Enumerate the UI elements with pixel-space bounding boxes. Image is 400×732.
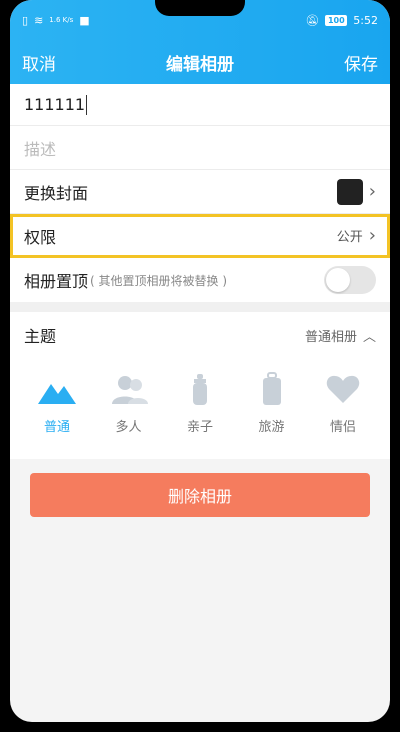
suitcase-icon [262,372,281,405]
page-title: 编辑相册 [166,54,234,75]
actions-area: 删除相册 [10,459,390,531]
theme-label: 主题 [24,327,57,346]
notification-icon: ■ [79,13,90,27]
theme-option-family[interactable]: 亲子 [171,372,229,435]
net-speed: 1.6 K/s [49,16,74,24]
battery-icon: 100 [325,14,348,26]
heart-icon [326,375,360,403]
baby-bottle-icon [193,374,207,405]
mountain-icon [38,384,76,404]
theme-option-travel[interactable]: 旅游 [243,372,301,435]
theme-selected: 普通相册 [304,329,357,345]
status-bar: ▯ ≋ 1.6 K/s ■ 🔕︎ 100 5:52 [10,0,390,40]
pin-album-row: 相册置顶 ( 其他置顶相册将被替换 ) [10,258,390,302]
pin-album-label: 相册置顶 [24,272,89,291]
nav-bar: 取消 编辑相册 保存 [10,40,390,84]
album-name-value: 111111 [24,95,86,114]
theme-section: 主题 普通相册 ︿ 普通 多人 亲子 旅游 情侣 [10,312,390,459]
wifi-icon: ≋ [34,13,44,27]
chevron-right-icon: › [368,181,376,202]
theme-option-normal[interactable]: 普通 [28,372,86,435]
description-field[interactable]: 描述 [10,126,390,170]
permission-label: 权限 [24,227,57,247]
delete-album-button[interactable]: 删除相册 [30,473,370,517]
mute-icon: 🔕︎ [305,13,320,27]
pin-album-note: ( 其他置顶相册将被替换 ) [90,273,228,288]
description-placeholder: 描述 [24,139,57,159]
theme-option-group[interactable]: 多人 [100,372,158,435]
chevron-up-icon: ︿ [362,329,376,345]
phone-screen: ▯ ≋ 1.6 K/s ■ 🔕︎ 100 5:52 取消 编辑相册 保存 111… [10,0,390,722]
text-cursor [86,94,88,115]
change-cover-row[interactable]: 更换封面 › [10,170,390,214]
album-form: 111111 描述 更换封面 › 权限 公开 › 相册置顶 ( 其他置顶相册将被… [10,84,390,302]
permission-row[interactable]: 权限 公开 › [10,214,390,258]
chevron-right-icon: › [368,225,376,246]
theme-header[interactable]: 主题 普通相册 ︿ [24,312,376,358]
header: ▯ ≋ 1.6 K/s ■ 🔕︎ 100 5:52 取消 编辑相册 保存 [10,0,390,84]
cancel-button[interactable]: 取消 [22,50,56,75]
permission-value: 公开 [336,230,363,245]
cover-thumbnail [336,178,363,205]
sim-icon: ▯ [22,13,29,27]
clock: 5:52 [353,13,378,27]
change-cover-label: 更换封面 [24,183,89,203]
section-divider [10,302,390,312]
album-name-field[interactable]: 111111 [10,84,390,126]
theme-option-couple[interactable]: 情侣 [314,372,372,435]
people-icon [111,376,148,404]
save-button[interactable]: 保存 [344,50,378,75]
pin-album-toggle[interactable] [324,266,376,294]
theme-options: 普通 多人 亲子 旅游 情侣 [24,358,376,459]
